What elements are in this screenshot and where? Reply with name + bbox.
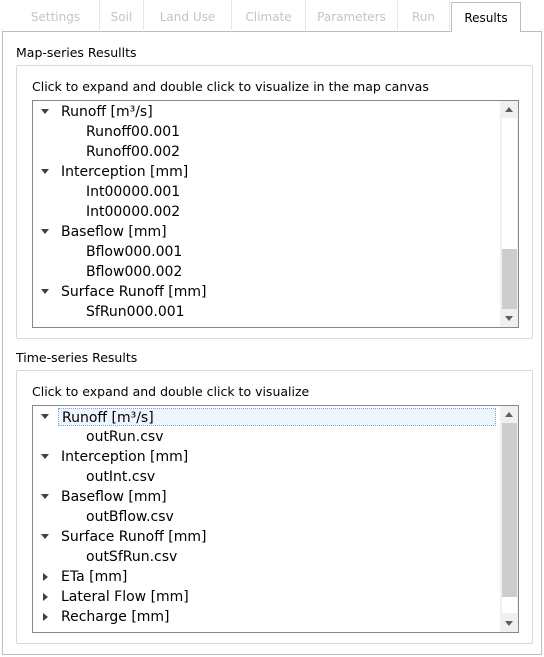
- chevron-down-icon[interactable]: [39, 222, 51, 242]
- tree-item-label: outBflow.csv: [86, 509, 174, 525]
- tree-item-label: Interception [mm]: [61, 164, 189, 180]
- chevron-down-icon[interactable]: [39, 162, 51, 182]
- chevron-down-icon[interactable]: [39, 407, 51, 427]
- tree-item-surface-runoff[interactable]: Surface Runoff [mm]: [33, 282, 501, 302]
- tree-item-runoff00-002[interactable]: Runoff00.002: [33, 142, 501, 162]
- tree-item-bflow000-001[interactable]: Bflow000.001: [33, 242, 501, 262]
- time-series-scrollbar[interactable]: [500, 406, 518, 632]
- tree-item-label: Runoff00.001: [86, 124, 181, 140]
- tree-item-label: Runoff00.002: [86, 144, 181, 160]
- map-series-title: Map-series Resullts: [16, 45, 137, 60]
- map-series-scrollbar[interactable]: [500, 101, 518, 327]
- tree-item-int00000-001[interactable]: Int00000.001: [33, 182, 501, 202]
- tree-item-label: Bflow000.001: [86, 244, 183, 260]
- scroll-down-icon[interactable]: [501, 615, 518, 632]
- tree-item-int00000-002[interactable]: Int00000.002: [33, 202, 501, 222]
- tree-item-runoff00-001[interactable]: Runoff00.001: [33, 122, 501, 142]
- chevron-down-icon[interactable]: [39, 447, 51, 467]
- tree-item-eta[interactable]: ETa [mm]: [33, 567, 501, 587]
- tree-item-outrun-csv[interactable]: outRun.csv: [33, 427, 501, 447]
- scroll-up-icon[interactable]: [501, 406, 518, 423]
- tab-parameters[interactable]: Parameters: [306, 0, 398, 30]
- map-series-caption: Click to expand and double click to visu…: [32, 79, 429, 94]
- tree-item-label: Int00000.002: [86, 204, 181, 220]
- tree-item-label: outSfRun.csv: [86, 549, 178, 565]
- tab-results[interactable]: Results: [451, 2, 521, 32]
- tree-item-label: Surface Runoff [mm]: [61, 284, 207, 300]
- tree-item-sfrun000-001[interactable]: SfRun000.001: [33, 302, 501, 322]
- tree-item-bflow000-002[interactable]: Bflow000.002: [33, 262, 501, 282]
- tree-item-runoff[interactable]: Runoff [m³/s]: [33, 102, 501, 122]
- tab-label: Land Use: [159, 10, 216, 24]
- tree-item-label: Runoff [m³/s]: [58, 408, 496, 426]
- tab-label: Soil: [110, 10, 133, 24]
- tree-item-label: outInt.csv: [86, 469, 156, 485]
- chevron-right-icon[interactable]: [39, 567, 51, 587]
- tree-item-interception[interactable]: Interception [mm]: [33, 162, 501, 182]
- tab-run[interactable]: Run: [398, 0, 450, 30]
- tree-item-label: Baseflow [mm]: [61, 224, 167, 240]
- chevron-down-icon[interactable]: [39, 102, 51, 122]
- time-series-tree-body: Runoff [m³/s] outRun.csv Interception [m…: [33, 406, 501, 632]
- tree-item-label: SfRun000.001: [86, 304, 185, 320]
- tree-item-label: Bflow000.002: [86, 264, 183, 280]
- scrollbar-thumb-active[interactable]: [502, 249, 517, 309]
- tree-item-label: outRun.csv: [86, 429, 164, 445]
- tree-item-interception[interactable]: Interception [mm]: [33, 447, 501, 467]
- tab-label: Settings: [30, 10, 81, 24]
- chevron-down-icon[interactable]: [39, 487, 51, 507]
- map-series-group: Click to expand and double click to visu…: [16, 65, 533, 339]
- tab-land-use[interactable]: Land Use: [144, 0, 232, 30]
- tree-item-label: Surface Runoff [mm]: [61, 529, 207, 545]
- tree-item-label: Recharge [mm]: [61, 609, 170, 625]
- tree-item-label: ETa [mm]: [61, 569, 128, 585]
- tab-soil[interactable]: Soil: [100, 0, 144, 30]
- tree-item-outsfrun-csv[interactable]: outSfRun.csv: [33, 547, 501, 567]
- tab-label: Results: [464, 10, 508, 25]
- chevron-right-icon[interactable]: [39, 587, 51, 607]
- tab-bar: Settings Soil Land Use Climate Parameter…: [0, 0, 544, 32]
- chevron-down-icon[interactable]: [39, 527, 51, 547]
- tree-item-baseflow[interactable]: Baseflow [mm]: [33, 222, 501, 242]
- tree-item-label: Baseflow [mm]: [61, 489, 167, 505]
- time-series-group: Click to expand and double click to visu…: [16, 370, 533, 644]
- scrollbar-thumb[interactable]: [502, 423, 517, 597]
- tree-item-label: Int00000.001: [86, 184, 181, 200]
- tab-settings[interactable]: Settings: [12, 0, 100, 30]
- chevron-right-icon[interactable]: [39, 607, 51, 627]
- tab-label: Run: [411, 10, 435, 24]
- tree-item-surface-runoff[interactable]: Surface Runoff [mm]: [33, 527, 501, 547]
- tree-item-label: Lateral Flow [mm]: [61, 589, 189, 605]
- tree-item-label: Runoff [m³/s]: [61, 104, 153, 120]
- tree-item-runoff[interactable]: Runoff [m³/s]: [33, 407, 501, 427]
- tree-item-label: Interception [mm]: [61, 449, 189, 465]
- tab-label: Climate: [245, 10, 292, 24]
- tree-item-recharge[interactable]: Recharge [mm]: [33, 607, 501, 627]
- map-series-tree[interactable]: Runoff [m³/s] Runoff00.001 Runoff00.002 …: [32, 100, 519, 328]
- results-panel: Map-series Resullts Click to expand and …: [2, 31, 542, 655]
- time-series-tree[interactable]: Runoff [m³/s] outRun.csv Interception [m…: [32, 405, 519, 633]
- tree-item-baseflow[interactable]: Baseflow [mm]: [33, 487, 501, 507]
- map-series-tree-body: Runoff [m³/s] Runoff00.001 Runoff00.002 …: [33, 101, 501, 327]
- chevron-down-icon[interactable]: [39, 282, 51, 302]
- tree-item-outbflow-csv[interactable]: outBflow.csv: [33, 507, 501, 527]
- time-series-caption: Click to expand and double click to visu…: [32, 384, 310, 399]
- time-series-title: Time-series Results: [16, 350, 138, 365]
- scroll-up-icon[interactable]: [501, 101, 518, 118]
- tree-item-lateral-flow[interactable]: Lateral Flow [mm]: [33, 587, 501, 607]
- tab-label: Parameters: [317, 10, 386, 24]
- scroll-down-icon[interactable]: [501, 310, 518, 327]
- tree-item-outint-csv[interactable]: outInt.csv: [33, 467, 501, 487]
- tab-climate[interactable]: Climate: [232, 0, 306, 30]
